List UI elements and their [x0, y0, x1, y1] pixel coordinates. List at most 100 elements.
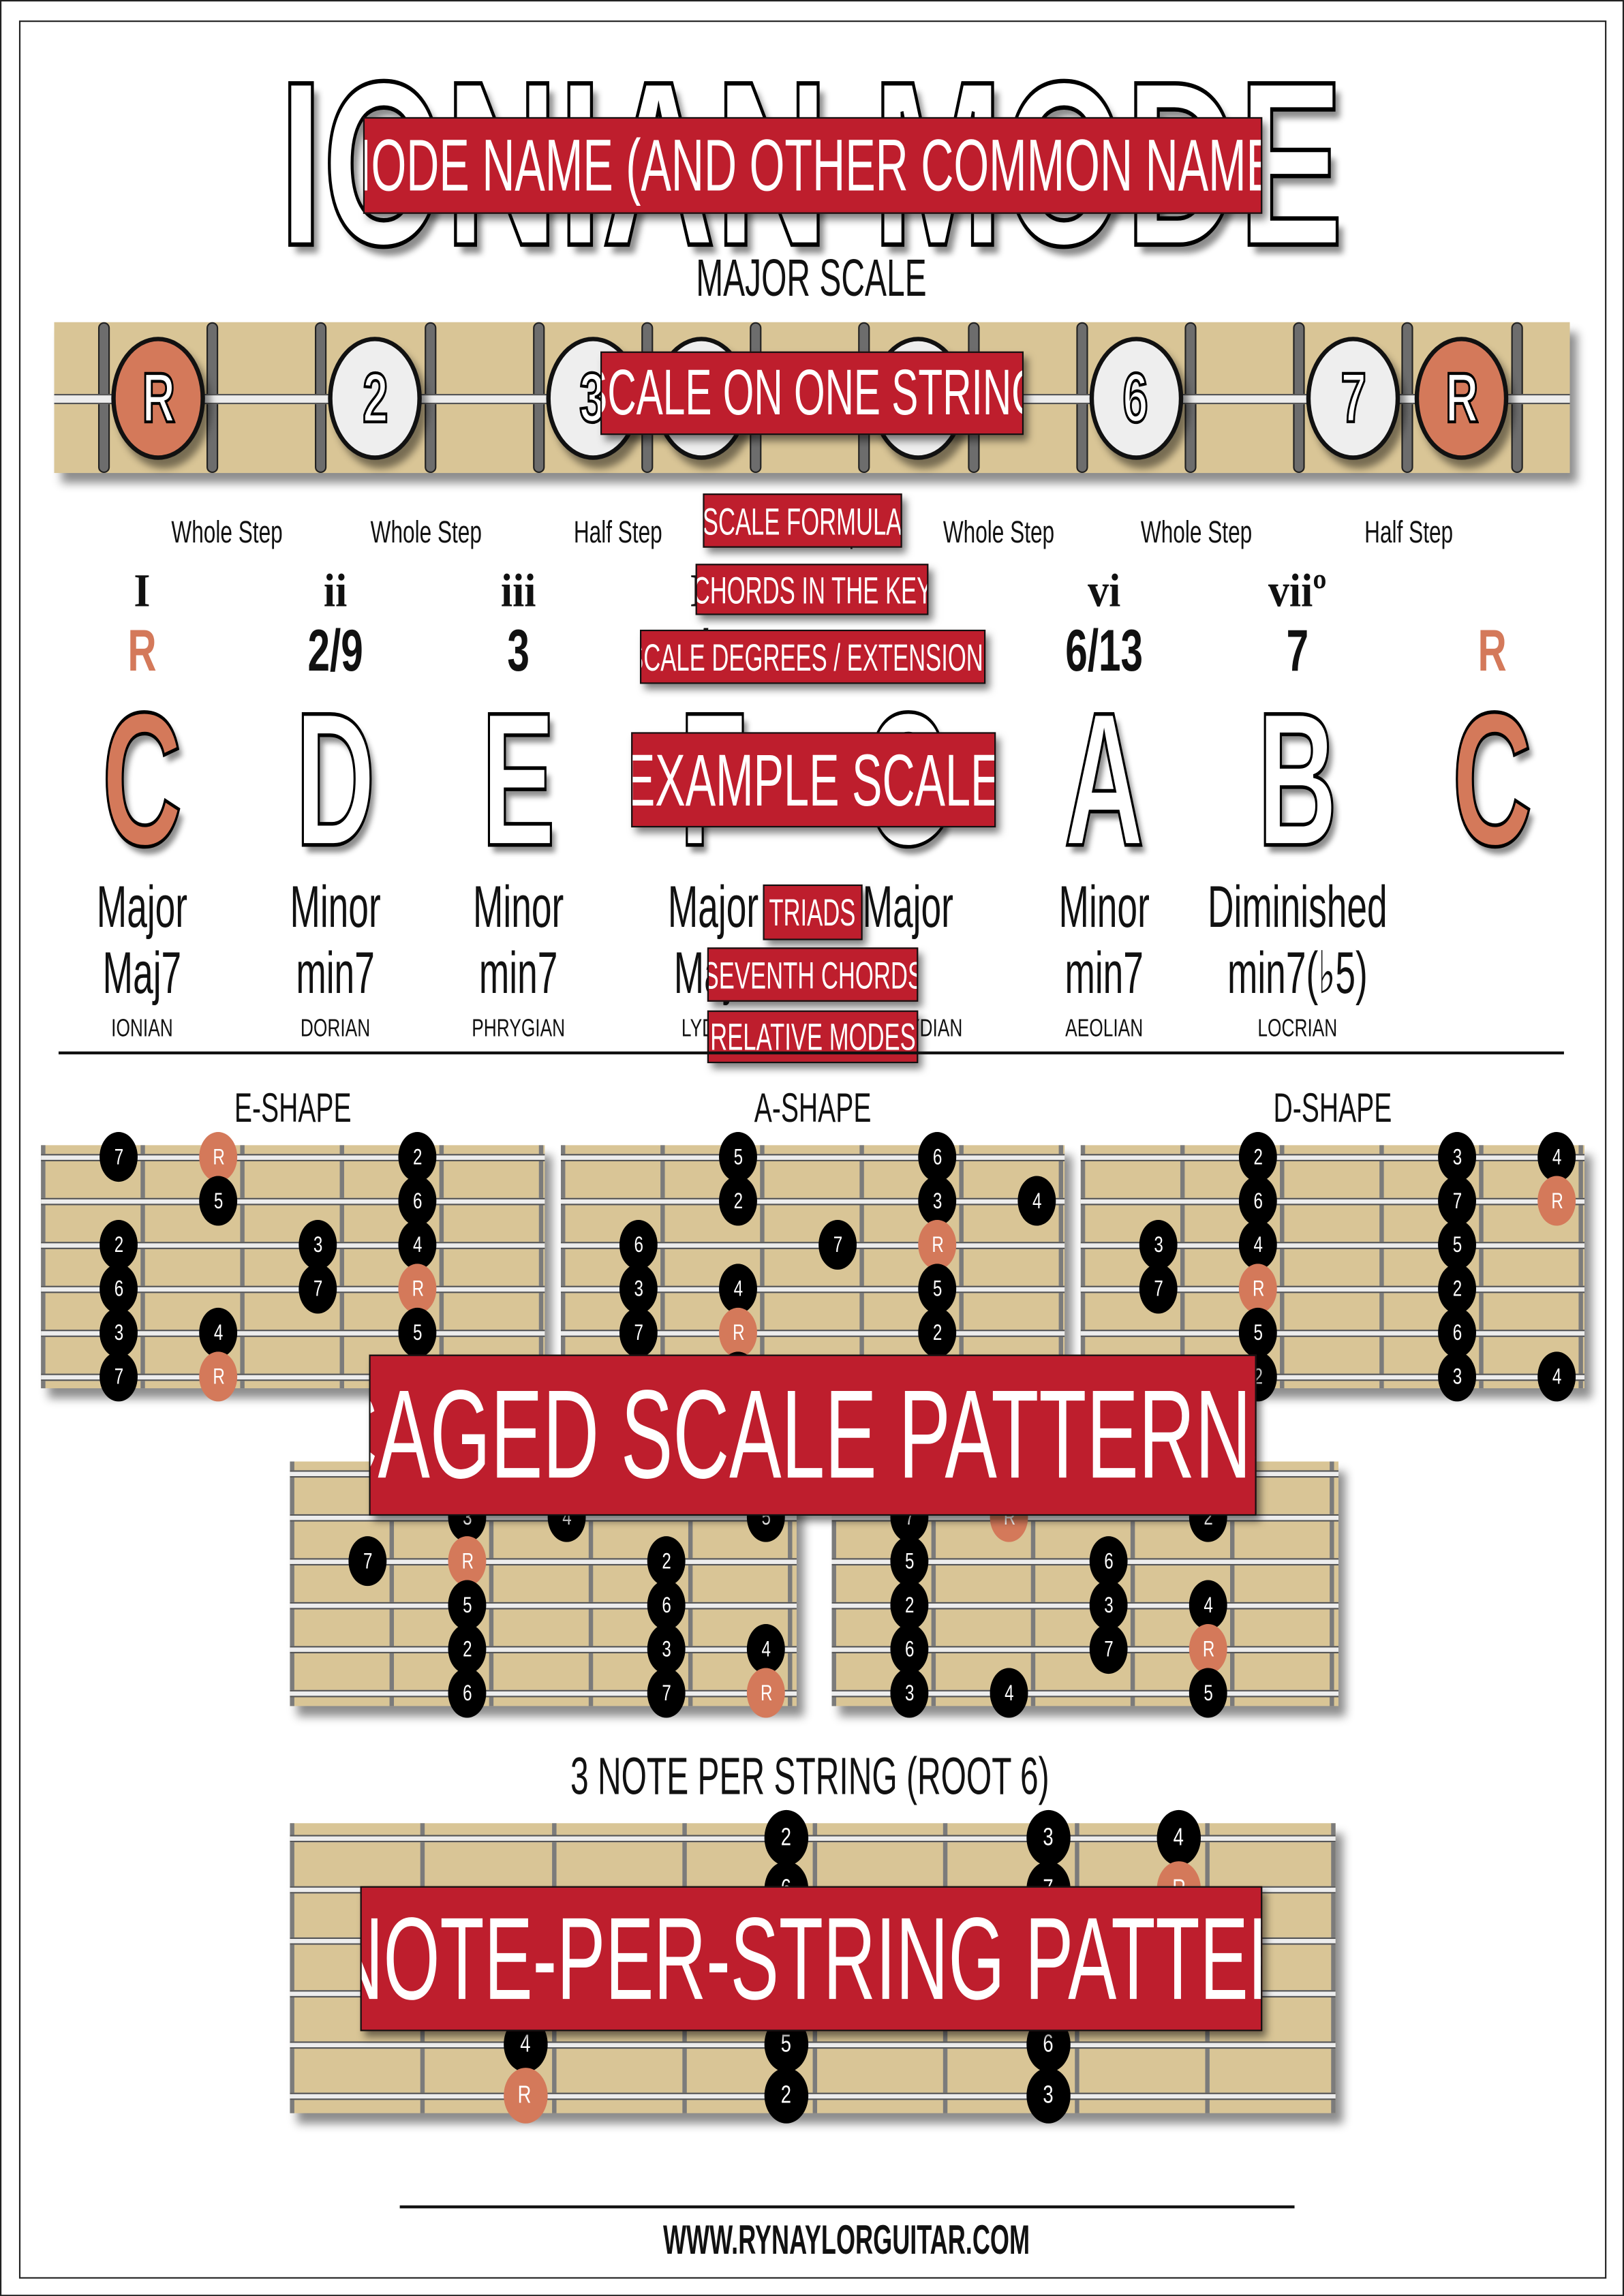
scale-note: 2 — [918, 1307, 957, 1358]
roman-numeral: iii — [500, 564, 536, 617]
scale-note: 3 — [99, 1307, 138, 1358]
scale-note: 4 — [746, 1624, 785, 1674]
nps-heading: 3 NOTE PER STRING (ROOT 6) — [570, 1745, 1050, 1806]
scale-note: R — [199, 1351, 238, 1402]
fret — [1080, 1145, 1086, 1389]
string — [560, 1197, 1065, 1206]
scale-note: 7 — [818, 1219, 857, 1270]
relative-mode: AEOLIAN — [1065, 1014, 1144, 1042]
note-label: 4 — [1204, 1592, 1213, 1618]
scale-note: 6 — [448, 1668, 487, 1718]
scale-note: 7 — [99, 1351, 138, 1402]
triad-quality: Major — [96, 875, 188, 940]
note-label: 3 — [1452, 1144, 1462, 1169]
shape-label: E-SHAPE — [234, 1085, 352, 1131]
scale-note: 7 — [298, 1264, 337, 1314]
scale-note: 6 — [1238, 1176, 1277, 1226]
scale-note: 6 — [99, 1264, 138, 1314]
scale-note: 4 — [990, 1668, 1028, 1718]
scale-note: 2 — [99, 1219, 138, 1270]
note-label: 6 — [661, 1592, 671, 1618]
scale-note: 5 — [199, 1176, 238, 1226]
label-relative-modes: RELATIVE MODES — [707, 1010, 919, 1064]
scale-note: 4 — [199, 1307, 238, 1358]
scale-note: 5 — [398, 1307, 437, 1358]
note-label: 5 — [904, 1548, 915, 1574]
step-label: Half Step — [1364, 516, 1454, 550]
note-label: 7 — [661, 1680, 671, 1706]
fret — [41, 1145, 46, 1389]
scale-note: 3 — [1026, 2068, 1070, 2124]
triad-quality: Minor — [290, 875, 381, 940]
note-label: 5 — [1253, 1320, 1263, 1345]
note-label: R — [1252, 1276, 1264, 1302]
fret — [339, 1145, 344, 1389]
note-label: 2 — [362, 358, 389, 438]
note-label: 4 — [213, 1320, 223, 1345]
note-label: 5 — [1452, 1232, 1462, 1257]
mode-chart-page: IONIAN MODE MODE NAME (AND OTHER COMMON … — [0, 0, 1624, 2296]
string — [1080, 1330, 1585, 1337]
note-label: 4 — [412, 1232, 423, 1257]
scale-note: 2 — [398, 1132, 437, 1182]
note-label: R — [732, 1320, 744, 1345]
string — [1080, 1197, 1585, 1206]
note-label: R — [212, 1364, 224, 1390]
triad-quality: Minor — [1058, 875, 1150, 940]
fret — [859, 1145, 864, 1389]
note-label: 5 — [412, 1320, 423, 1345]
fret — [439, 1145, 444, 1389]
step-label: Half Step — [573, 516, 662, 550]
footer-website-link[interactable]: WWW.RYNAYLORGUITAR.COM — [663, 2220, 1030, 2261]
scale-note-letter: A — [1063, 672, 1145, 887]
label-triads: TRIADS — [763, 884, 863, 940]
relative-mode: IONIAN — [111, 1014, 173, 1042]
fret — [538, 1145, 544, 1389]
note-label: 3 — [114, 1320, 123, 1345]
note-label: 6 — [1452, 1320, 1462, 1345]
scale-note: R — [398, 1264, 437, 1314]
note-label: 3 — [634, 1276, 643, 1302]
triad-quality: Major — [667, 875, 759, 940]
label-scale-degrees: SCALE DEGREES / EXTENSIONS — [640, 629, 986, 684]
scale-note: 4 — [398, 1219, 437, 1270]
note-label: 3 — [1103, 1592, 1114, 1618]
scale-note: 3 — [619, 1264, 658, 1314]
note-label: 6 — [1122, 358, 1150, 438]
seventh-chord: min7 — [296, 941, 375, 1007]
note-label: 7 — [1103, 1636, 1114, 1662]
scale-note: 6 — [1438, 1307, 1476, 1358]
note-label: 6 — [1042, 2029, 1054, 2057]
scale-note: 2 — [764, 2068, 809, 2124]
scale-note: 4 — [1189, 1580, 1227, 1630]
scale-note: 6 — [1089, 1536, 1128, 1587]
label-text: TRIADS — [769, 890, 857, 934]
note-label: 4 — [519, 2029, 530, 2057]
label-text: SCALE FORMULA — [703, 498, 902, 543]
scale-note: 5 — [448, 1580, 487, 1630]
note-label: 6 — [1103, 1548, 1114, 1574]
step-label: Whole Step — [943, 516, 1055, 550]
fret — [1180, 1145, 1185, 1389]
note-label: 2 — [781, 2081, 792, 2109]
fret — [1330, 1461, 1334, 1706]
scale-note: R — [503, 2068, 547, 2124]
note-label: 5 — [781, 2029, 792, 2057]
roman-numeral: ii — [323, 564, 348, 617]
scale-note: 7 — [1089, 1624, 1128, 1674]
caged-fretboard: 23467R3457R256234 — [1080, 1132, 1585, 1402]
label-text: MODE NAME (AND OTHER COMMON NAME) — [363, 124, 1263, 206]
relative-mode: PHRYGIAN — [472, 1014, 566, 1042]
scale-note: 5 — [890, 1536, 929, 1587]
note-label: 7 — [1340, 358, 1367, 438]
label-mode-name: MODE NAME (AND OTHER COMMON NAME) — [363, 117, 1263, 214]
seventh-chord: Maj7 — [102, 941, 182, 1007]
fret — [560, 1145, 566, 1389]
note-label: 5 — [462, 1592, 472, 1618]
note-label: 4 — [1552, 1364, 1561, 1390]
scale-note: 3 — [1089, 1580, 1128, 1630]
fret — [290, 1823, 294, 2113]
roman-numeral: viiº — [1268, 564, 1327, 617]
note-label: 4 — [1032, 1188, 1042, 1214]
scale-note: 5 — [918, 1264, 957, 1314]
